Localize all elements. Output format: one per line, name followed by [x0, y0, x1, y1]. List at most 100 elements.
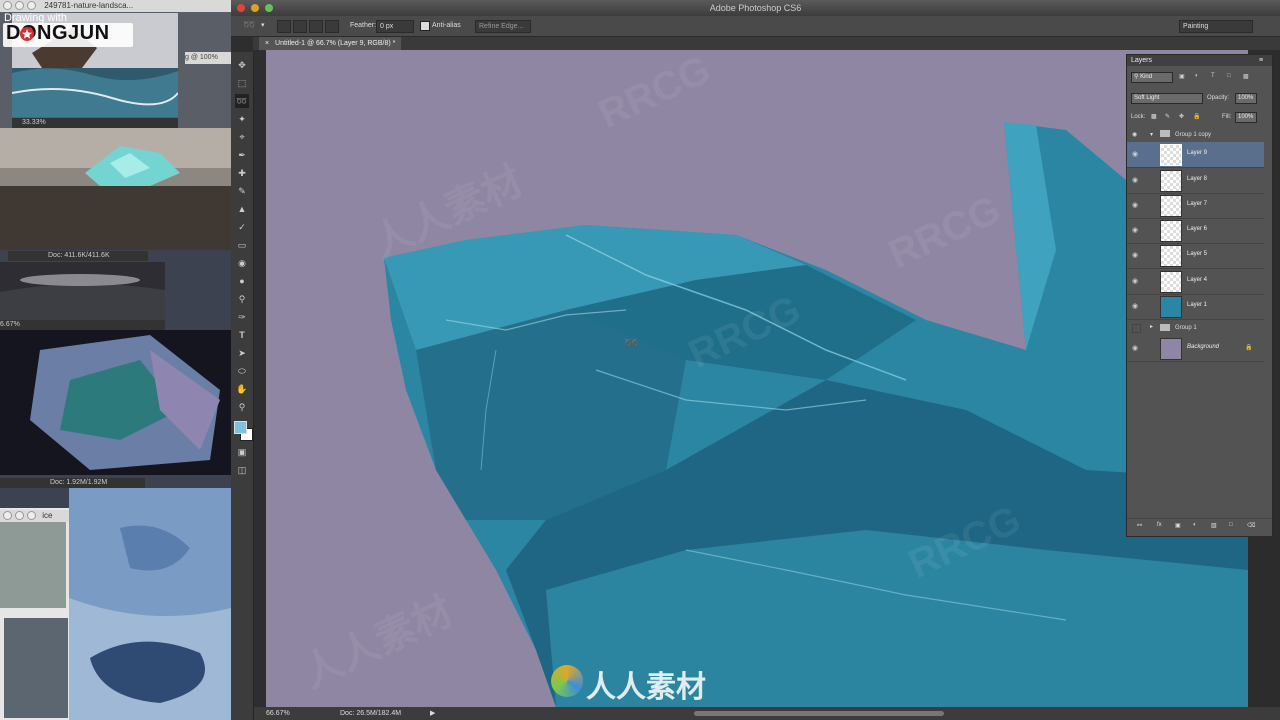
reference-zoom: 6.67%: [0, 321, 20, 328]
path-selection-tool-icon[interactable]: ➤: [235, 346, 249, 360]
eye-icon[interactable]: ◉: [1132, 277, 1141, 286]
eye-icon[interactable]: ◉: [1132, 176, 1141, 185]
healing-brush-tool-icon[interactable]: ✚: [235, 166, 249, 180]
fx-icon[interactable]: fx: [1157, 522, 1162, 528]
eye-icon[interactable]: ◉: [1132, 251, 1141, 260]
adjustment-layer-icon[interactable]: ◐: [1193, 522, 1197, 528]
link-layers-icon[interactable]: ⚯: [1137, 522, 1142, 529]
eyedropper-tool-icon[interactable]: ✒: [235, 148, 249, 162]
clone-stamp-tool-icon[interactable]: ▲: [235, 202, 249, 216]
close-icon[interactable]: [237, 4, 245, 12]
layer-row[interactable]: ◉ Layer 5: [1127, 243, 1264, 269]
add-mask-icon[interactable]: ▣: [1175, 522, 1181, 529]
layer-row[interactable]: ◉ Layer 1: [1127, 294, 1264, 320]
new-group-icon[interactable]: ▧: [1211, 522, 1217, 529]
layer-row[interactable]: ◉ Layer 6: [1127, 218, 1264, 244]
smart-object-filter-icon[interactable]: ▩: [1243, 73, 1249, 80]
lasso-tool-icon[interactable]: ➿: [243, 20, 255, 32]
visibility-toggle-empty[interactable]: [1132, 324, 1141, 333]
lock-position-icon[interactable]: ✥: [1179, 113, 1184, 120]
brush-tool-icon[interactable]: ✎: [235, 184, 249, 198]
status-menu-arrow-icon[interactable]: ▶: [430, 707, 435, 720]
eye-icon[interactable]: ◉: [1132, 150, 1141, 159]
hand-tool-icon[interactable]: ✋: [235, 382, 249, 396]
blend-mode-select[interactable]: Soft Light: [1131, 93, 1203, 104]
group-row[interactable]: ▸ Group 1: [1127, 320, 1272, 336]
intersect-selection-icon[interactable]: [325, 20, 339, 33]
pixel-filter-icon[interactable]: ▣: [1179, 73, 1185, 80]
refine-edge-button[interactable]: Refine Edge...: [475, 20, 531, 33]
paint-bucket-tool-icon[interactable]: ◉: [235, 256, 249, 270]
dark-iceberg-image: [0, 262, 165, 320]
close-icon[interactable]: ×: [265, 40, 269, 47]
panel-menu-icon[interactable]: ≡: [1259, 55, 1263, 66]
fill-label: Fill:: [1222, 114, 1232, 120]
eye-icon[interactable]: ◉: [1132, 226, 1141, 235]
anti-alias-checkbox[interactable]: [420, 21, 430, 31]
magic-wand-tool-icon[interactable]: ✦: [235, 112, 249, 126]
eraser-tool-icon[interactable]: ▭: [235, 238, 249, 252]
opacity-label: Opacity:: [1207, 95, 1230, 101]
screen-mode-icon[interactable]: ◫: [235, 463, 249, 477]
reference-window-titlebar[interactable]: 249781-nature-landsca...: [0, 0, 231, 12]
trash-icon[interactable]: ⌫: [1247, 522, 1255, 529]
zoom-tool-icon[interactable]: ⚲: [235, 400, 249, 414]
ellipse-tool-icon[interactable]: ⬭: [235, 364, 249, 378]
eye-icon[interactable]: ◉: [1132, 131, 1137, 138]
zoom-level[interactable]: 66.67%: [266, 707, 290, 720]
layer-row[interactable]: ◉ Layer 4: [1127, 269, 1264, 295]
kind-filter-select[interactable]: ⚲ Kind: [1131, 72, 1173, 83]
type-tool-icon[interactable]: T: [235, 328, 249, 342]
lasso-tool-icon[interactable]: ➿: [235, 94, 249, 108]
eye-icon[interactable]: ◉: [1132, 344, 1141, 353]
type-filter-icon[interactable]: T: [1211, 73, 1215, 79]
horizontal-scrollbar[interactable]: [694, 711, 944, 716]
crop-tool-icon[interactable]: ⌖: [235, 130, 249, 144]
layer-name: Layer 1: [1187, 302, 1208, 308]
fill-input[interactable]: 100%: [1235, 112, 1257, 123]
chevron-right-icon[interactable]: ▸: [1150, 323, 1153, 330]
eye-icon[interactable]: ◉: [1132, 302, 1141, 311]
quick-mask-icon[interactable]: ▣: [235, 445, 249, 459]
document-canvas[interactable]: RRCG 人人素材 RRCG RRCG 人人素材 RRCG 人人素材 ➿: [266, 50, 1248, 707]
layer-row-background[interactable]: ◉ Background 🔒: [1127, 336, 1264, 362]
new-selection-icon[interactable]: [277, 20, 291, 33]
zoom-icon[interactable]: [27, 1, 36, 11]
layer-thumbnail: [1160, 296, 1182, 318]
new-layer-icon[interactable]: □: [1229, 522, 1233, 528]
lock-image-icon[interactable]: ✎: [1165, 113, 1170, 120]
minimize-icon[interactable]: [15, 1, 24, 11]
zoom-icon[interactable]: [265, 4, 273, 12]
pen-tool-icon[interactable]: ✑: [235, 310, 249, 324]
subtract-from-selection-icon[interactable]: [309, 20, 323, 33]
dodge-tool-icon[interactable]: ⚲: [235, 292, 249, 306]
close-icon[interactable]: [3, 1, 12, 11]
minimize-icon[interactable]: [251, 4, 259, 12]
add-to-selection-icon[interactable]: [293, 20, 307, 33]
layers-tab[interactable]: Layers: [1131, 55, 1152, 66]
feather-input[interactable]: 0 px: [376, 20, 414, 33]
layer-row[interactable]: ◉ Layer 8: [1127, 168, 1264, 194]
reference-doc-text: Doc: 411.6K/411.6K: [48, 252, 110, 259]
foreground-color-swatch[interactable]: [234, 421, 247, 434]
marquee-tool-icon[interactable]: ⬚: [235, 76, 249, 90]
dropdown-arrow-icon[interactable]: ▾: [261, 20, 265, 32]
shape-filter-icon[interactable]: □: [1227, 73, 1231, 79]
layer-row[interactable]: ◉ Layer 7: [1127, 193, 1264, 219]
eye-icon[interactable]: ◉: [1132, 201, 1141, 210]
opacity-input[interactable]: 100%: [1235, 93, 1257, 104]
workspace-select[interactable]: Painting: [1179, 20, 1253, 33]
document-tab[interactable]: × Untitled-1 @ 66.7% (Layer 9, RGB/8) *: [259, 37, 402, 50]
layer-thumbnail: [1160, 195, 1182, 217]
blur-tool-icon[interactable]: ●: [235, 274, 249, 288]
reference-doc-size: Doc: 1.92M/1.92M: [0, 478, 145, 488]
chevron-down-icon[interactable]: ▾: [1150, 131, 1153, 138]
adjustment-filter-icon[interactable]: ◐: [1195, 73, 1199, 79]
lock-all-icon[interactable]: 🔒: [1193, 113, 1200, 120]
move-tool-icon[interactable]: ✥: [235, 58, 249, 72]
group-row[interactable]: ◉ ▾ Group 1 copy: [1127, 128, 1272, 142]
layer-thumbnail: [1160, 144, 1182, 166]
lock-transparent-icon[interactable]: ▩: [1151, 113, 1157, 120]
layer-row-selected[interactable]: ◉ Layer 9: [1127, 142, 1264, 168]
history-brush-tool-icon[interactable]: ✓: [235, 220, 249, 234]
